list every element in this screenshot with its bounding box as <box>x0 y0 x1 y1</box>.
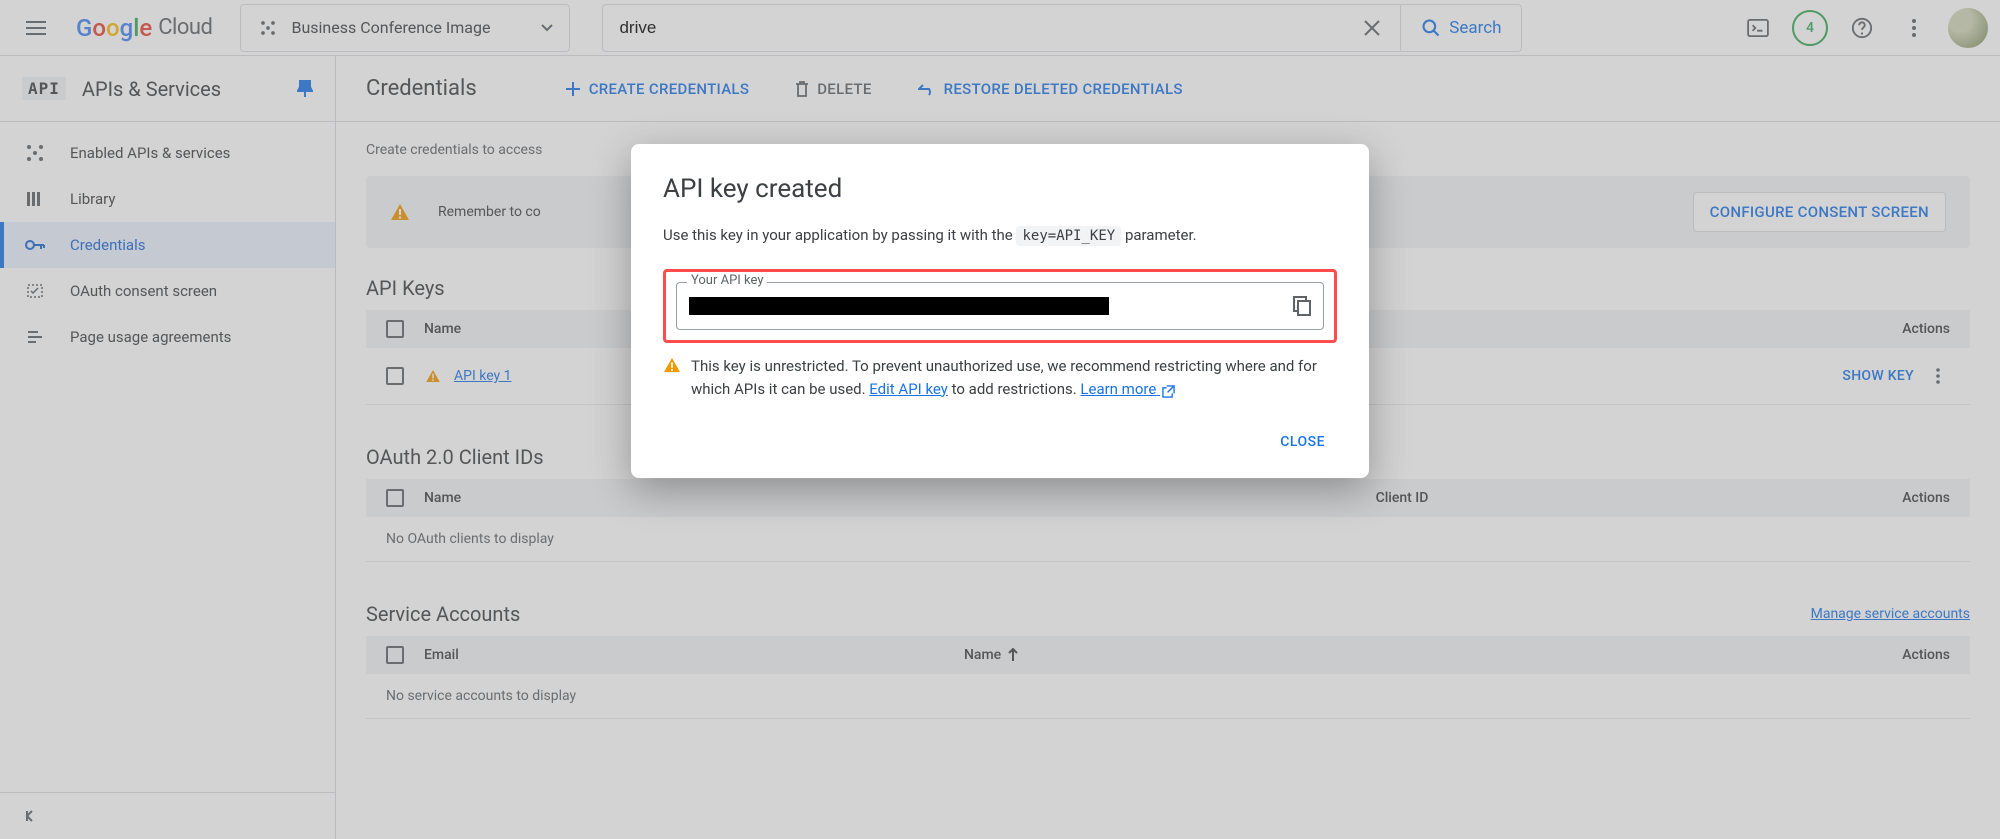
api-key-label: Your API key <box>687 273 767 288</box>
dialog-warning: This key is unrestricted. To prevent una… <box>631 355 1369 400</box>
api-key-highlight-box: Your API key <box>663 269 1337 343</box>
dialog-body-suffix: parameter. <box>1125 226 1197 244</box>
dialog-body-prefix: Use this key in your application by pass… <box>663 226 1016 244</box>
edit-api-key-link[interactable]: Edit API key <box>869 380 948 398</box>
api-key-field: Your API key <box>676 282 1324 330</box>
dialog-layer: API key created Use this key in your app… <box>0 0 2000 839</box>
external-link-icon <box>1162 385 1175 398</box>
api-key-created-dialog: API key created Use this key in your app… <box>631 144 1369 478</box>
dialog-warn-text-2: to add restrictions. <box>952 380 1081 398</box>
close-dialog-button[interactable]: CLOSE <box>1268 424 1337 460</box>
api-key-value-redacted[interactable] <box>689 297 1109 315</box>
dialog-body-code: key=API_KEY <box>1016 226 1121 246</box>
copy-icon <box>1293 296 1311 316</box>
copy-key-button[interactable] <box>1293 296 1311 316</box>
learn-more-link[interactable]: Learn more <box>1080 380 1175 398</box>
learn-more-label: Learn more <box>1080 380 1156 398</box>
dialog-title: API key created <box>663 174 1337 204</box>
dialog-body: Use this key in your application by pass… <box>663 224 1337 247</box>
warning-icon <box>663 357 681 400</box>
